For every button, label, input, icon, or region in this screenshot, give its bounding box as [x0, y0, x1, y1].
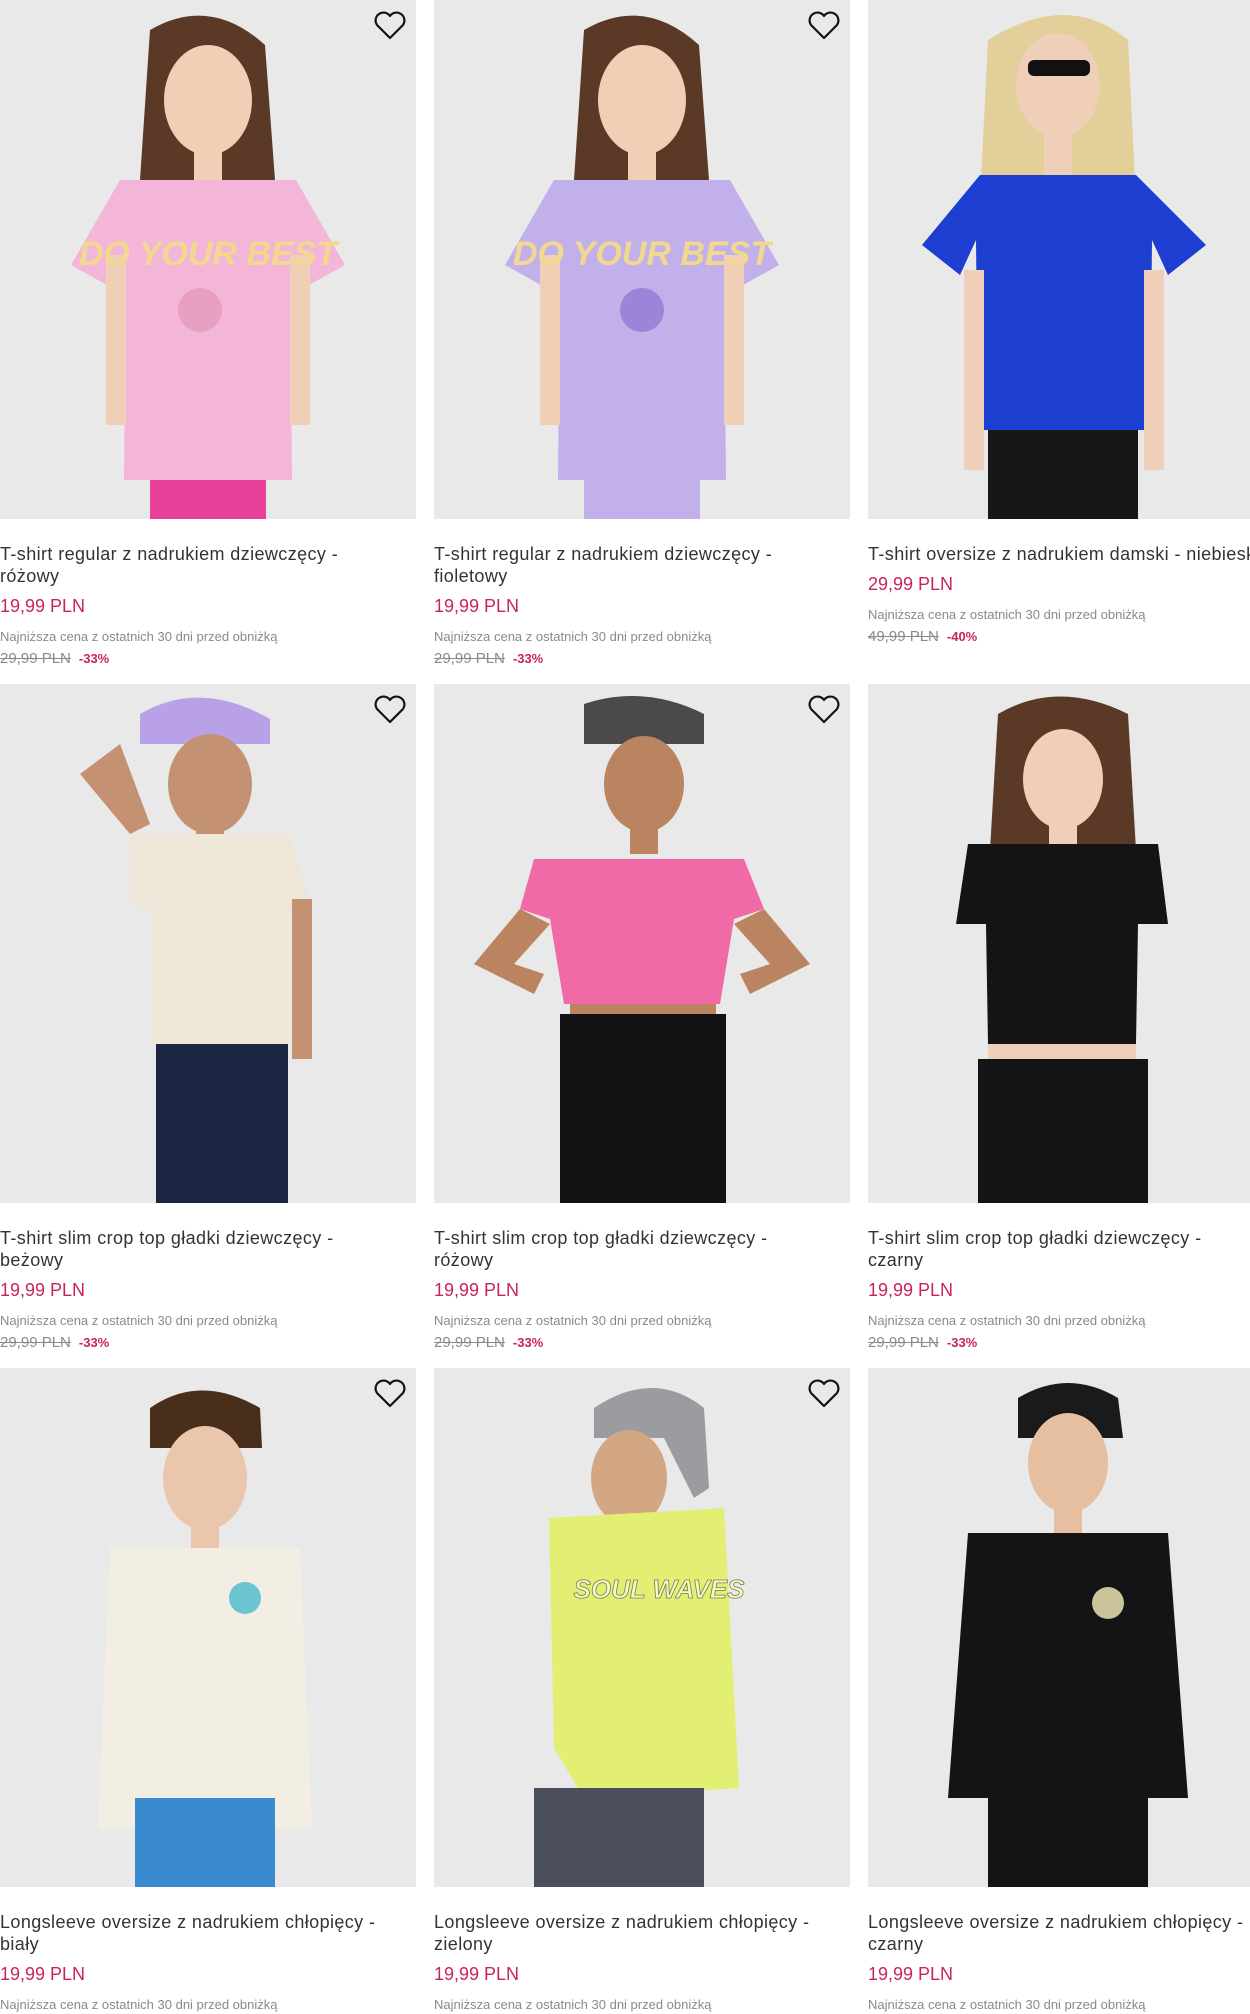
product-grid: DO YOUR BEST T-shirt regular z nadrukiem…	[0, 0, 1250, 2014]
product-image[interactable]	[0, 1368, 416, 1887]
lowest-price-note: Najniższa cena z ostatnich 30 dni przed …	[434, 1997, 712, 2012]
product-title[interactable]: T-shirt oversize z nadrukiem damski - ni…	[868, 543, 1250, 565]
lowest-price-note: Najniższa cena z ostatnich 30 dni przed …	[0, 1313, 278, 1328]
discount-badge: -33%	[78, 1335, 110, 1350]
product-card[interactable]: DO YOUR BEST T-shirt regular z nadrukiem…	[0, 0, 416, 667]
old-price: 49,99 PLN	[868, 628, 939, 645]
wishlist-heart-icon[interactable]	[807, 695, 841, 725]
product-photo	[0, 684, 416, 1203]
product-image[interactable]: SOUL WAVES	[434, 1368, 850, 1887]
old-price-row: 29,99 PLN -33%	[0, 650, 416, 667]
product-photo	[434, 684, 850, 1203]
product-image[interactable]	[0, 684, 416, 1203]
old-price: 29,99 PLN	[0, 1334, 71, 1351]
product-image[interactable]: DO YOUR BEST	[434, 0, 850, 519]
product-card[interactable]: T-shirt slim crop top gładki dziewczęcy …	[434, 684, 850, 1351]
product-photo: SOUL WAVES	[434, 1368, 850, 1887]
discount-badge: -33%	[512, 1335, 544, 1350]
product-title[interactable]: T-shirt slim crop top gładki dziewczęcy …	[0, 1227, 416, 1271]
old-price-row: 29,99 PLN -33%	[434, 1334, 850, 1351]
shirt-print: DO YOUR BEST	[79, 235, 340, 273]
product-title[interactable]: Longsleeve oversize z nadrukiem chłopięc…	[434, 1911, 850, 1955]
shirt-print: DO YOUR BEST	[513, 235, 774, 273]
old-price-row: 29,99 PLN -33%	[868, 1334, 1250, 1351]
old-price-row: 49,99 PLN -40%	[868, 628, 1250, 645]
product-price: 29,99 PLN	[868, 574, 954, 594]
product-image[interactable]	[434, 684, 850, 1203]
product-card[interactable]: DO YOUR BEST T-shirt regular z nadrukiem…	[434, 0, 850, 667]
lowest-price-note: Najniższa cena z ostatnich 30 dni przed …	[434, 629, 712, 644]
product-card[interactable]: SOUL WAVES Longsleeve oversize z nadruki…	[434, 1368, 850, 2013]
product-price: 19,99 PLN	[0, 596, 86, 616]
product-card[interactable]: T-shirt slim crop top gładki dziewczęcy …	[868, 684, 1250, 1351]
wishlist-heart-icon[interactable]	[807, 1379, 841, 1409]
discount-badge: -33%	[512, 651, 544, 666]
old-price: 29,99 PLN	[868, 1334, 939, 1351]
product-photo	[868, 1368, 1250, 1887]
product-price: 19,99 PLN	[434, 596, 520, 616]
product-price: 19,99 PLN	[0, 1964, 86, 1984]
shirt-print: SOUL WAVES	[574, 1574, 746, 1604]
lowest-price-note: Najniższa cena z ostatnich 30 dni przed …	[434, 1313, 712, 1328]
product-title[interactable]: T-shirt regular z nadrukiem dziewczęcy -…	[0, 543, 416, 587]
product-photo	[0, 1368, 416, 1887]
product-price: 19,99 PLN	[868, 1964, 954, 1984]
product-title[interactable]: T-shirt regular z nadrukiem dziewczęcy -…	[434, 543, 850, 587]
product-photo	[868, 684, 1250, 1203]
product-price: 19,99 PLN	[434, 1280, 520, 1300]
product-price: 19,99 PLN	[0, 1280, 86, 1300]
wishlist-heart-icon[interactable]	[373, 11, 407, 41]
old-price: 29,99 PLN	[434, 650, 505, 667]
old-price: 29,99 PLN	[0, 650, 71, 667]
discount-badge: -33%	[946, 1335, 978, 1350]
discount-badge: -40%	[946, 629, 978, 644]
product-card[interactable]: Longsleeve oversize z nadrukiem chłopięc…	[0, 1368, 416, 2013]
product-card[interactable]: T-shirt oversize z nadrukiem damski - ni…	[868, 0, 1250, 645]
lowest-price-note: Najniższa cena z ostatnich 30 dni przed …	[0, 629, 278, 644]
lowest-price-note: Najniższa cena z ostatnich 30 dni przed …	[868, 1997, 1146, 2012]
old-price-row: 29,99 PLN -33%	[0, 1334, 416, 1351]
wishlist-heart-icon[interactable]	[373, 695, 407, 725]
product-image[interactable]: DO YOUR BEST	[0, 0, 416, 519]
product-title[interactable]: Longsleeve oversize z nadrukiem chłopięc…	[868, 1911, 1250, 1955]
wishlist-heart-icon[interactable]	[373, 1379, 407, 1409]
old-price-row: 29,99 PLN -33%	[434, 650, 850, 667]
lowest-price-note: Najniższa cena z ostatnich 30 dni przed …	[868, 1313, 1146, 1328]
product-title[interactable]: Longsleeve oversize z nadrukiem chłopięc…	[0, 1911, 416, 1955]
product-photo	[868, 0, 1250, 519]
product-price: 19,99 PLN	[434, 1964, 520, 1984]
product-image[interactable]	[868, 0, 1250, 519]
old-price: 29,99 PLN	[434, 1334, 505, 1351]
product-image[interactable]	[868, 1368, 1250, 1887]
product-price: 19,99 PLN	[868, 1280, 954, 1300]
product-title[interactable]: T-shirt slim crop top gładki dziewczęcy …	[434, 1227, 850, 1271]
lowest-price-note: Najniższa cena z ostatnich 30 dni przed …	[0, 1997, 278, 2012]
lowest-price-note: Najniższa cena z ostatnich 30 dni przed …	[868, 607, 1146, 622]
product-image[interactable]	[868, 684, 1250, 1203]
wishlist-heart-icon[interactable]	[807, 11, 841, 41]
product-card[interactable]: T-shirt slim crop top gładki dziewczęcy …	[0, 684, 416, 1351]
discount-badge: -33%	[78, 651, 110, 666]
product-title[interactable]: T-shirt slim crop top gładki dziewczęcy …	[868, 1227, 1250, 1271]
product-photo: DO YOUR BEST	[434, 0, 850, 519]
product-photo: DO YOUR BEST	[0, 0, 416, 519]
product-card[interactable]: Longsleeve oversize z nadrukiem chłopięc…	[868, 1368, 1250, 2013]
